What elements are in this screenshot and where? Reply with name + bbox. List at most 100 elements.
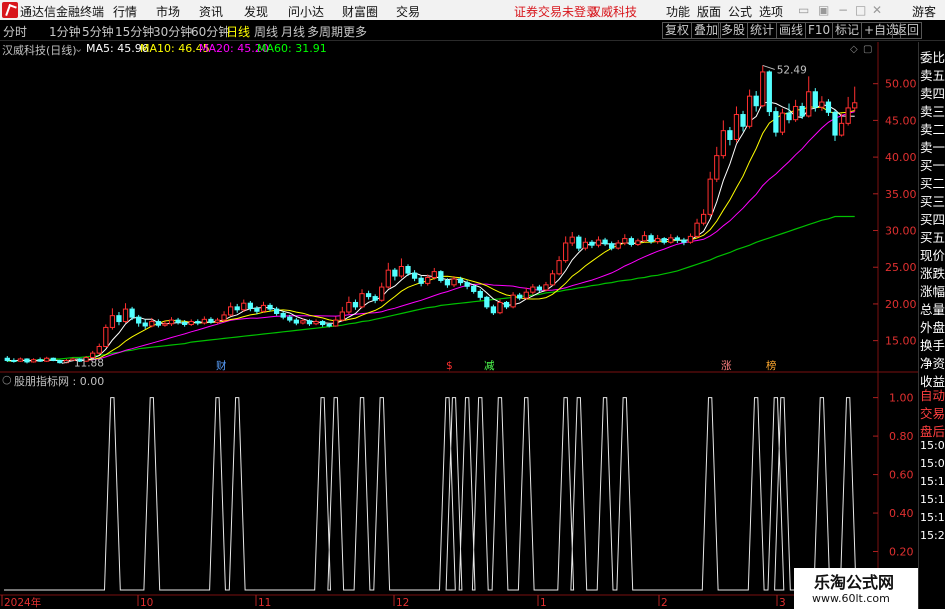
candle-body bbox=[635, 240, 641, 245]
candle bbox=[523, 287, 529, 300]
candle bbox=[641, 231, 648, 243]
quote-field-label[interactable]: 涨幅 bbox=[920, 281, 945, 300]
y-tick-label: 35.00 bbox=[885, 188, 917, 201]
candle bbox=[503, 300, 510, 310]
quote-field-label[interactable]: 买五 bbox=[920, 227, 945, 246]
candle-body bbox=[365, 293, 372, 298]
quote-field-label[interactable]: 现价 bbox=[920, 245, 945, 264]
candle-body bbox=[37, 359, 43, 362]
candle bbox=[175, 317, 181, 325]
candle-body bbox=[155, 321, 162, 326]
quote-field-label[interactable]: 净资 bbox=[920, 353, 945, 372]
candle bbox=[17, 357, 24, 362]
quote-field-label[interactable]: 盘后 bbox=[920, 421, 945, 440]
candle bbox=[241, 299, 247, 313]
quote-field-label[interactable]: 15:1 bbox=[920, 493, 945, 506]
candle-body bbox=[530, 286, 536, 293]
candle bbox=[582, 237, 589, 251]
candle-body bbox=[543, 284, 549, 291]
candle bbox=[96, 343, 102, 355]
quote-field-label[interactable]: 15:1 bbox=[920, 475, 945, 488]
event-marker: 减 bbox=[484, 360, 495, 372]
candle-body bbox=[556, 260, 562, 275]
candle bbox=[352, 299, 359, 310]
quote-field-label[interactable]: 交易 bbox=[920, 403, 945, 422]
quote-field-label[interactable]: 买二 bbox=[920, 173, 945, 192]
candle-body bbox=[4, 357, 10, 361]
candle bbox=[339, 306, 345, 322]
candle-body bbox=[221, 314, 227, 321]
quote-field-label[interactable]: 卖一 bbox=[920, 137, 945, 156]
sub-y-tick-label: 0.60 bbox=[889, 469, 914, 482]
candle-body bbox=[247, 302, 253, 309]
candle bbox=[806, 76, 812, 118]
quote-field-label[interactable]: 卖三 bbox=[920, 101, 945, 120]
candle-body bbox=[129, 308, 135, 318]
quote-field-label[interactable]: 15:00 bbox=[920, 439, 945, 452]
candle-body bbox=[254, 307, 260, 312]
candle-body bbox=[451, 278, 457, 286]
quote-field-label[interactable]: 外盘 bbox=[920, 317, 945, 336]
candle-body bbox=[425, 277, 431, 284]
candle bbox=[779, 108, 786, 136]
y-tick-label: 30.00 bbox=[885, 225, 917, 238]
candle-body bbox=[655, 238, 661, 243]
watermark-url: www.60lt.com bbox=[812, 592, 890, 605]
candle-body bbox=[431, 271, 437, 279]
quote-field-label[interactable]: 买四 bbox=[920, 209, 945, 228]
candle-body bbox=[411, 272, 418, 279]
quote-field-label[interactable]: 卖五 bbox=[920, 65, 945, 84]
candle bbox=[24, 358, 30, 364]
candle bbox=[247, 300, 253, 312]
candle bbox=[188, 319, 194, 326]
event-marker: 涨 bbox=[721, 360, 732, 372]
candle bbox=[720, 120, 726, 159]
quote-field-label[interactable]: 自动 bbox=[920, 385, 945, 404]
candle-body bbox=[517, 294, 523, 299]
quote-field-label[interactable]: 买一 bbox=[920, 155, 945, 174]
quote-field-label[interactable]: 买三 bbox=[920, 191, 945, 210]
candle-body bbox=[510, 294, 516, 308]
candle bbox=[674, 235, 680, 243]
ma60-line bbox=[7, 215, 855, 362]
candle bbox=[510, 292, 516, 309]
candle bbox=[195, 319, 201, 326]
candle bbox=[418, 276, 424, 287]
panel-toggle-icon: ▢ bbox=[863, 44, 872, 55]
candle bbox=[543, 281, 549, 292]
candle-body bbox=[641, 235, 648, 242]
quote-field-label[interactable]: 总量 bbox=[920, 299, 945, 318]
quote-field-label[interactable]: 15:00 bbox=[920, 457, 945, 470]
candle-body bbox=[806, 91, 812, 117]
candle-body bbox=[766, 71, 772, 113]
candle bbox=[37, 357, 43, 362]
candle-body bbox=[293, 319, 299, 324]
quote-field-label[interactable]: 卖四 bbox=[920, 83, 945, 102]
candle bbox=[845, 96, 851, 126]
candle bbox=[655, 234, 661, 244]
quote-field-label[interactable]: 15:1 bbox=[920, 511, 945, 524]
candle-body bbox=[326, 323, 332, 327]
ma5-line bbox=[7, 101, 855, 362]
kline-chart-area[interactable]: 52.4911.88 财 $ 减涨榜◇ ▢ 15.0020.0025.0030.0035… bbox=[0, 0, 918, 609]
quote-field-label[interactable]: 卖二 bbox=[920, 119, 945, 138]
candle-body bbox=[569, 236, 575, 244]
candle bbox=[681, 237, 687, 246]
candle-body bbox=[379, 286, 385, 301]
quote-field-label[interactable]: 委比 bbox=[920, 47, 945, 66]
quote-field-label[interactable]: 换手 bbox=[920, 335, 945, 354]
candle bbox=[44, 356, 50, 362]
indicator-line bbox=[4, 397, 858, 591]
quote-field-label[interactable]: 15:2 bbox=[920, 529, 945, 542]
candle bbox=[471, 284, 477, 294]
candle-body bbox=[405, 265, 411, 274]
candle-body bbox=[845, 107, 851, 124]
candle-body bbox=[162, 323, 168, 326]
candle-body bbox=[234, 306, 240, 311]
candle-body bbox=[319, 321, 326, 325]
candle bbox=[576, 234, 582, 252]
quote-field-label[interactable]: 涨跌 bbox=[920, 263, 945, 282]
quote-side-panel: 委比 卖五 卖四 卖三 卖二 卖一 买一 买二 买三 买四 买五 现价 涨跌 涨幅 总量 外盘 换手 净资 收益 自动… bbox=[918, 42, 945, 609]
candle bbox=[50, 357, 56, 362]
candle bbox=[746, 89, 753, 129]
